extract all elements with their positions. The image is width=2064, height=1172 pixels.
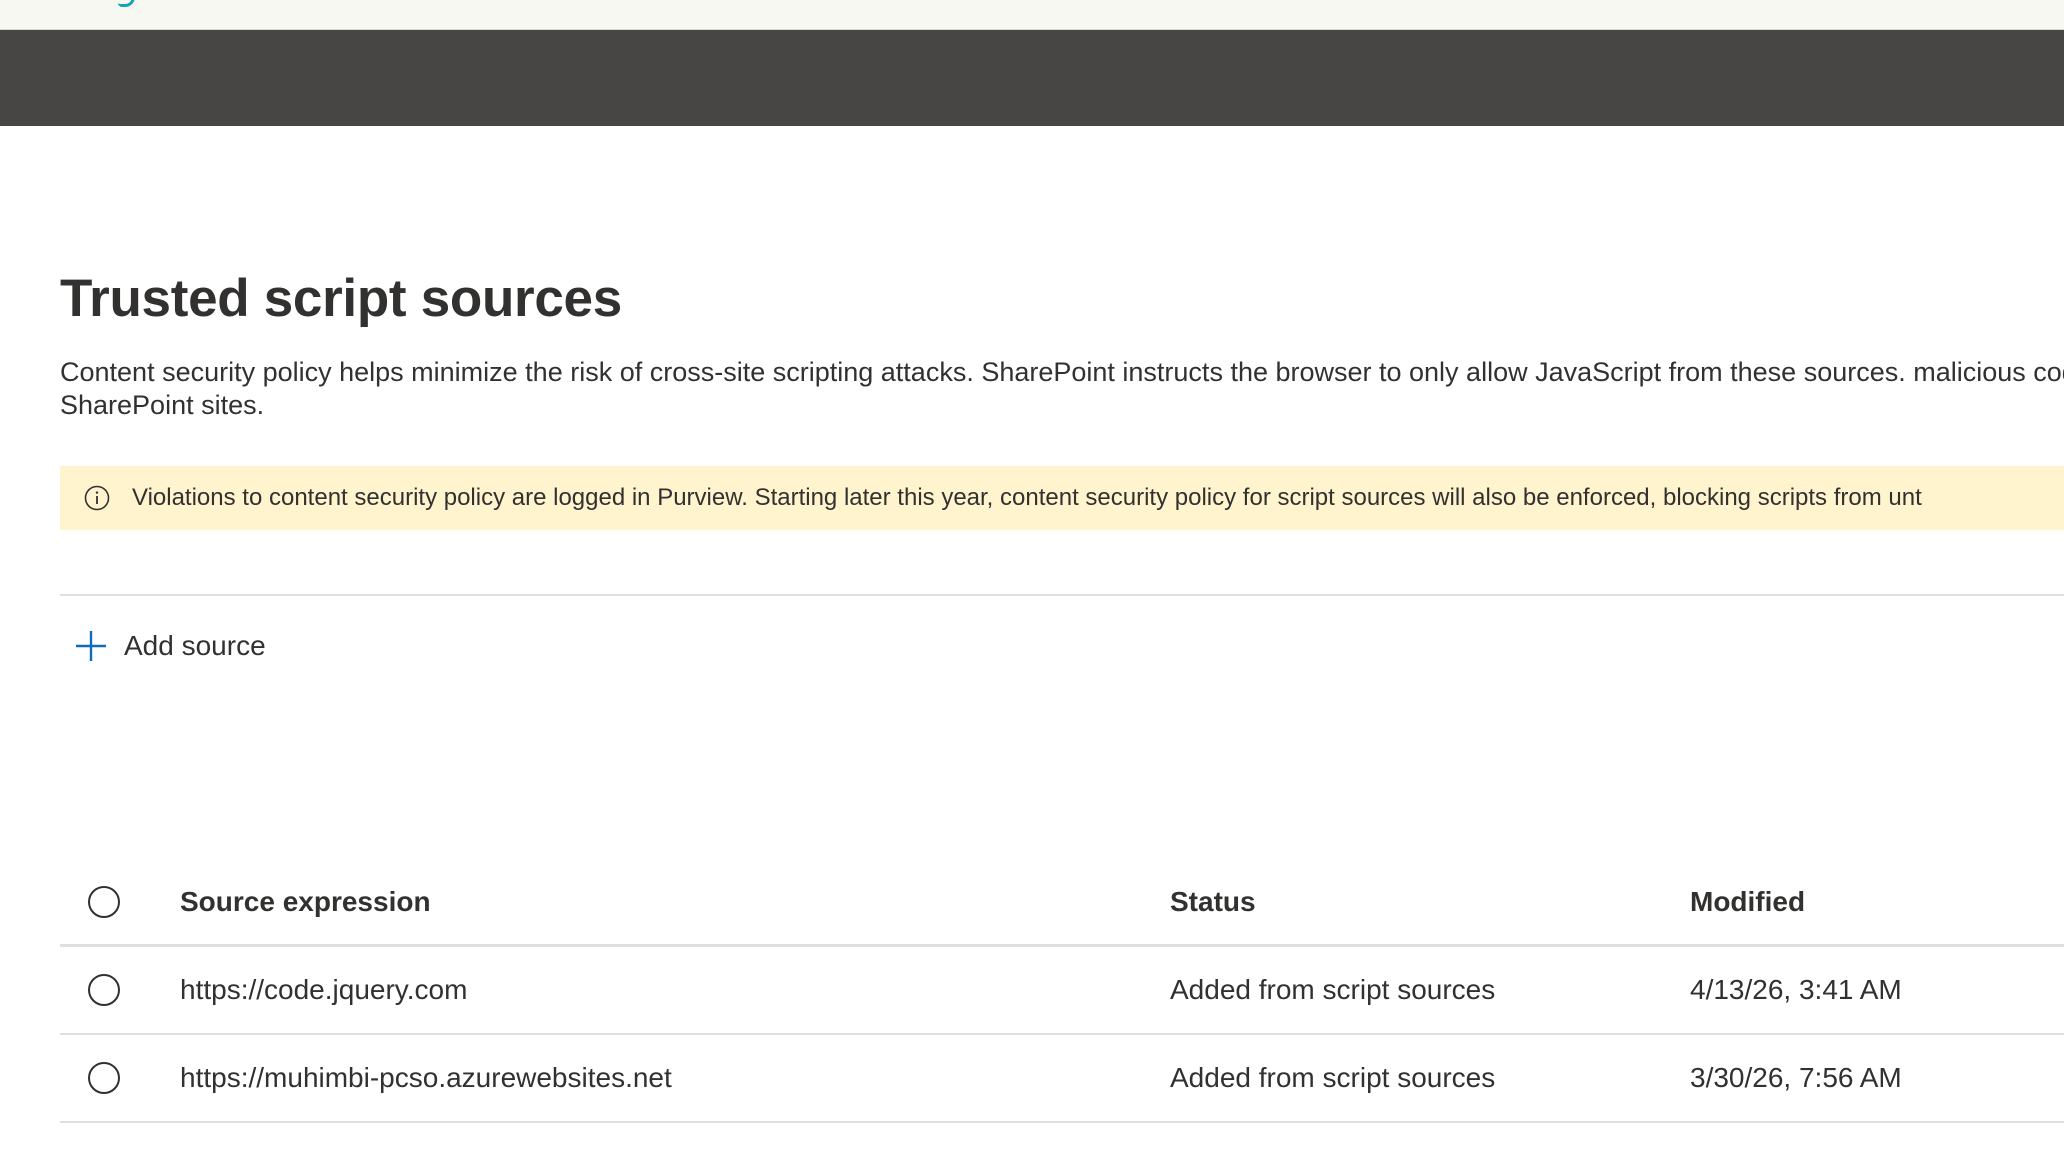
row-select-cell: [88, 947, 128, 1033]
row-select-radio[interactable]: [88, 974, 120, 1006]
info-icon: [84, 485, 110, 511]
banner-message: Violations to content security policy ar…: [132, 484, 1922, 511]
table-row[interactable]: https://code.jquery.com Added from scrip…: [60, 947, 2064, 1035]
command-bar-divider: [60, 594, 2064, 596]
select-all-cell: [88, 860, 128, 944]
warning-banner: Violations to content security policy ar…: [60, 466, 2064, 530]
table-row[interactable]: https://muhimbi-pcso.azurewebsites.net A…: [60, 1035, 2064, 1123]
add-source-label: Add source: [124, 630, 266, 661]
source-expression-cell: https://muhimbi-pcso.azurewebsites.net: [180, 1062, 672, 1093]
add-source-button[interactable]: Add source: [74, 620, 266, 672]
row-select-radio[interactable]: [88, 1062, 120, 1094]
top-browser-strip: [0, 0, 2064, 30]
column-header-source-expression[interactable]: Source expression: [180, 860, 431, 944]
select-all-radio[interactable]: [88, 886, 120, 918]
source-expression-cell: https://code.jquery.com: [180, 974, 468, 1005]
row-select-cell: [88, 1035, 128, 1121]
main-content: Trusted script sources Content security …: [60, 126, 2064, 1172]
status-cell: Added from script sources: [1170, 974, 1496, 1005]
page-title: Trusted script sources: [60, 269, 622, 328]
modified-cell: 4/13/26, 3:41 AM: [1690, 974, 1902, 1005]
app-logo-fragment-icon: [118, 0, 135, 7]
table-header-row: Source expression Status Modified: [60, 860, 2064, 947]
status-cell: Added from script sources: [1170, 1062, 1496, 1093]
script-sources-table: Source expression Status Modified https:…: [60, 860, 2064, 1123]
column-header-modified[interactable]: Modified: [1690, 860, 1805, 944]
modified-cell: 3/30/26, 7:56 AM: [1690, 1062, 1902, 1093]
column-header-status[interactable]: Status: [1170, 860, 1256, 944]
plus-icon: [76, 631, 106, 661]
suite-header-bar: [0, 30, 2064, 126]
page-description: Content security policy helps minimize t…: [60, 357, 2064, 420]
